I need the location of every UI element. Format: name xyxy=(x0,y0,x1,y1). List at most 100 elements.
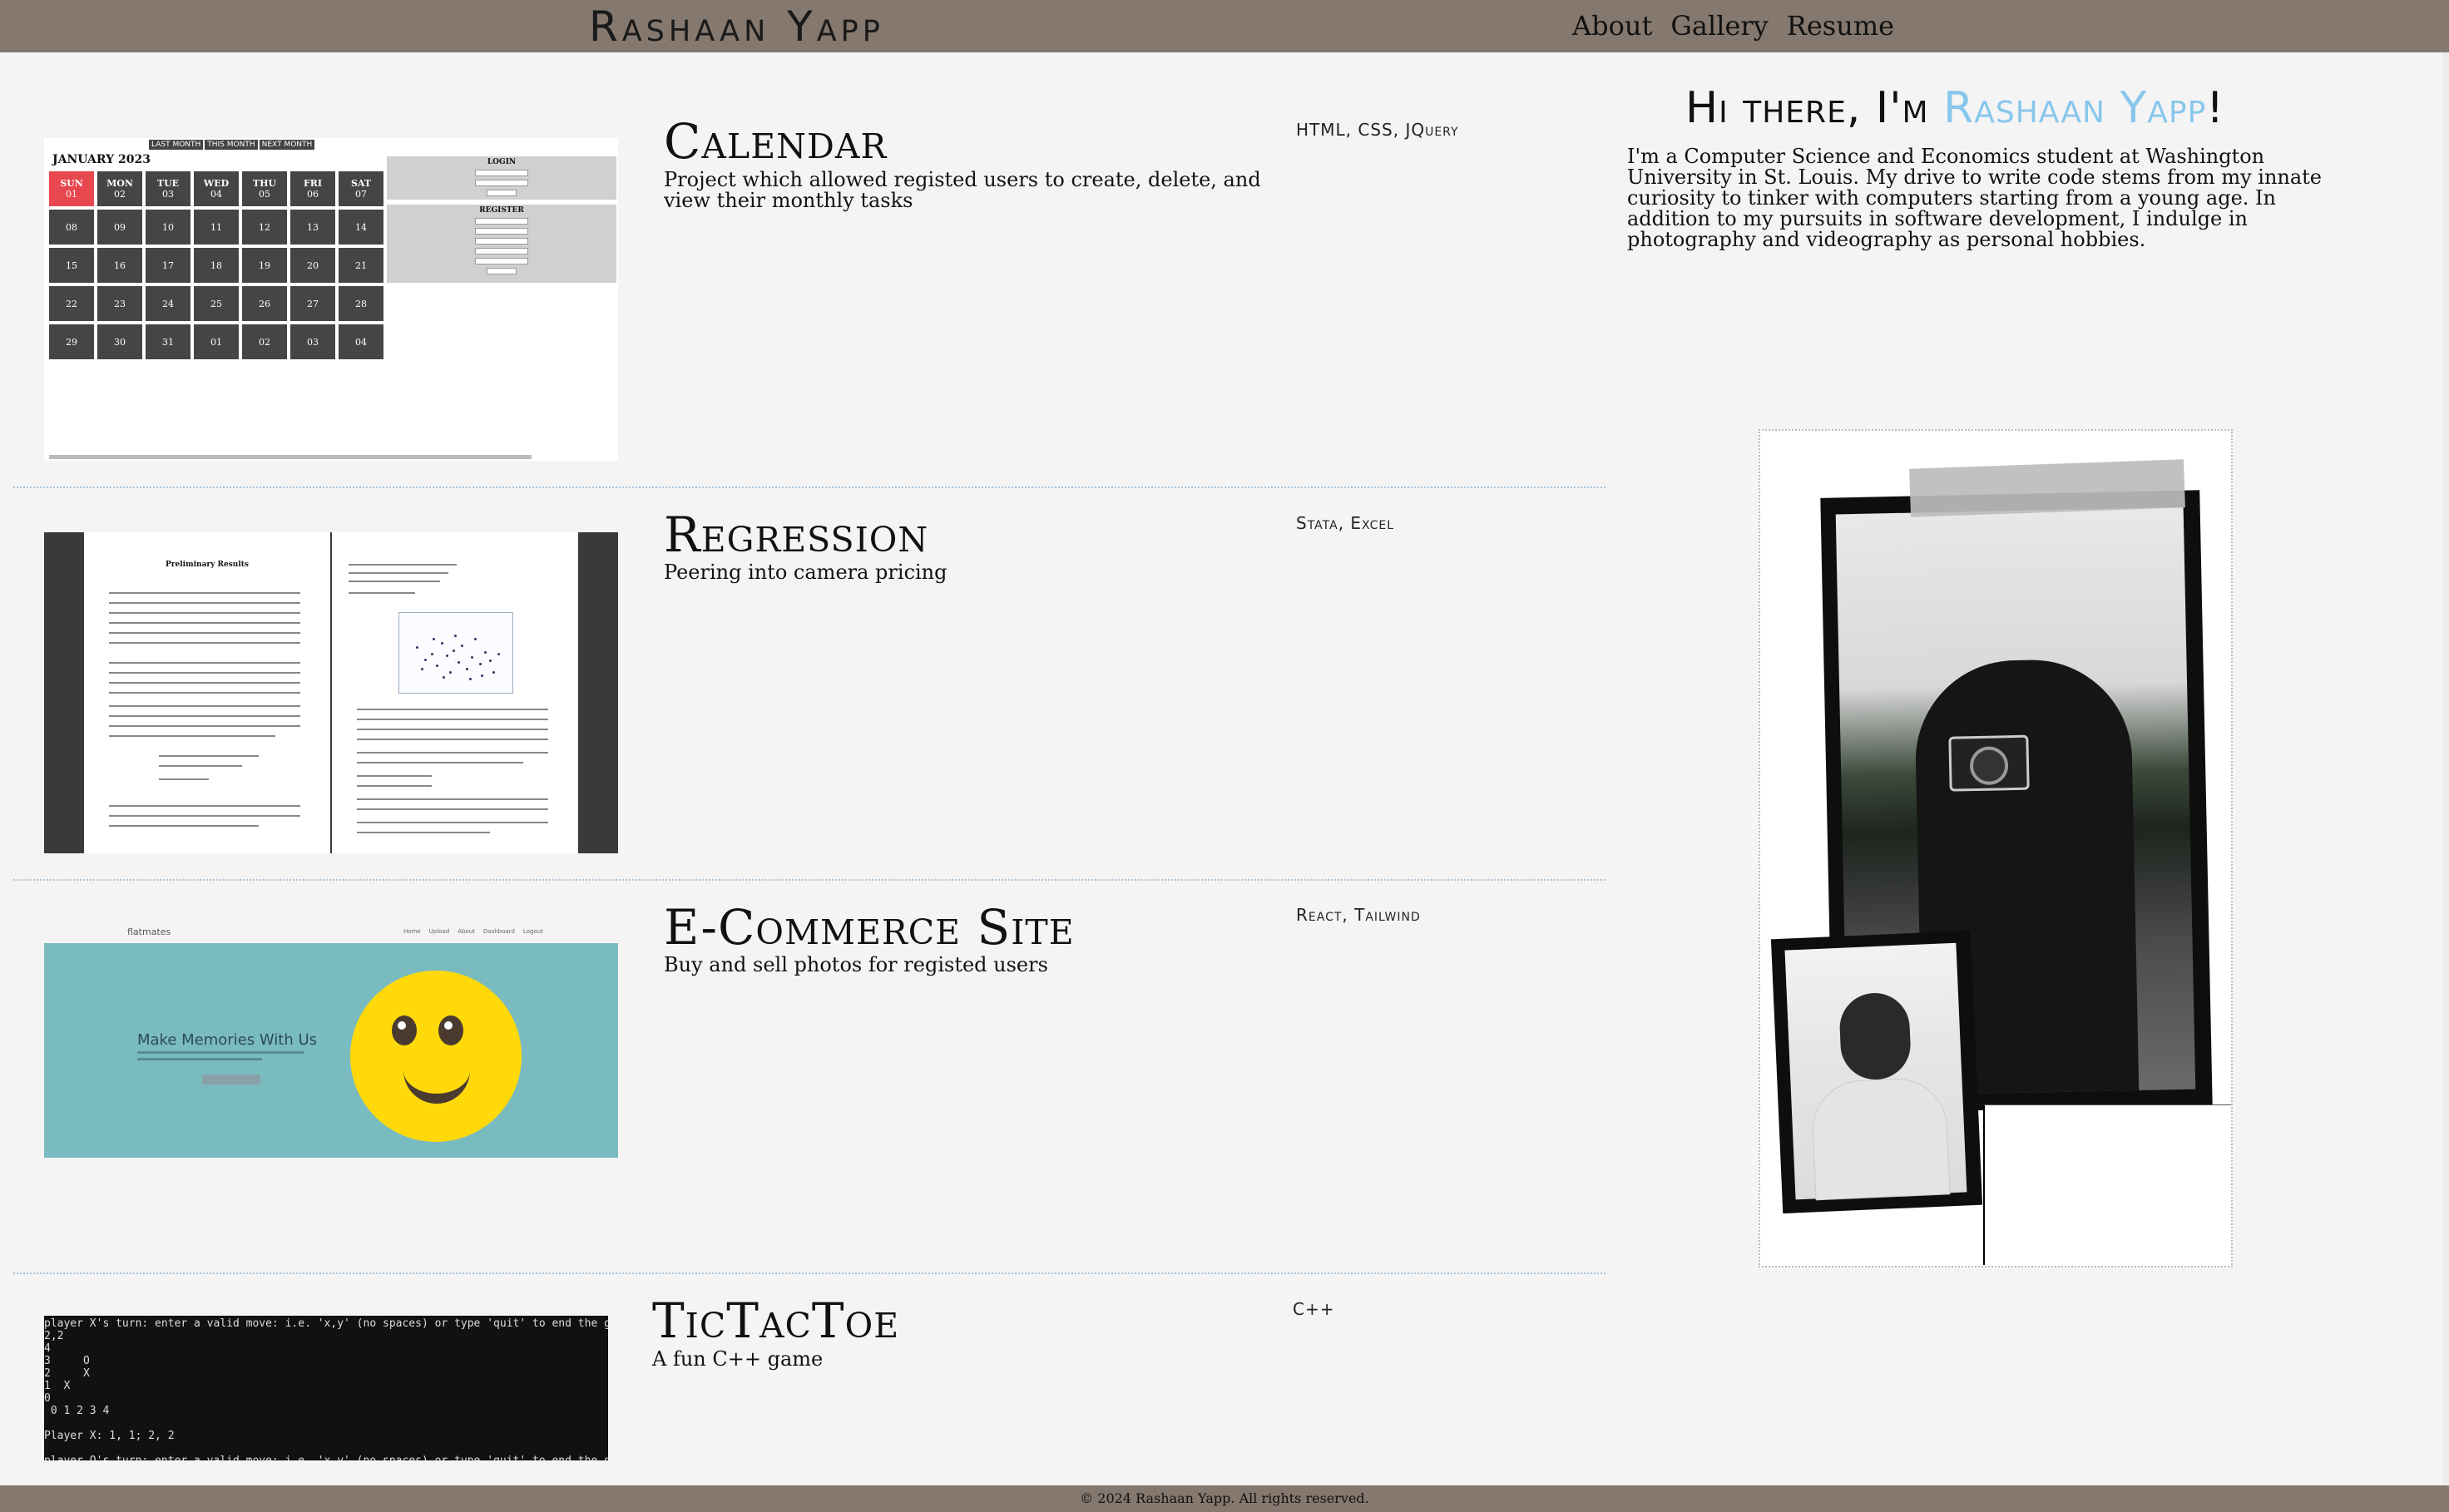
photo-portrait-smiling xyxy=(1784,942,1967,1201)
site-logo[interactable]: Rashaan Yapp xyxy=(589,3,884,50)
project-title-calendar[interactable]: Calendar xyxy=(664,115,887,168)
calendar-date-label: 02 xyxy=(114,189,126,200)
scatter-dot xyxy=(433,638,435,640)
ecommerce-project-thumbnail[interactable]: flatmates Home Upload About Dashboard Lo… xyxy=(44,923,618,1159)
text-line xyxy=(159,778,209,780)
text-line xyxy=(357,798,548,800)
project-title-ecommerce[interactable]: E-Commerce Site xyxy=(664,901,1075,954)
scatter-dot xyxy=(469,678,472,680)
report-page-right xyxy=(332,532,578,853)
calendar-date-cell: 29 xyxy=(49,324,94,359)
greeting-prefix: Hi there, I'm xyxy=(1685,83,1944,133)
project-title-tictactoe[interactable]: TicTacToe xyxy=(652,1294,899,1347)
text-line xyxy=(357,762,523,763)
calendar-day-header: SUN 01 xyxy=(49,171,94,206)
project-description-ecommerce: Buy and sell photos for registed users xyxy=(664,953,1048,976)
text-line xyxy=(109,642,300,644)
terminal-output: player X's turn: enter a valid move: i.e… xyxy=(44,1317,608,1460)
greeting-name: Rashaan Yapp xyxy=(1943,83,2207,133)
text-line xyxy=(349,592,415,594)
scatter-dot xyxy=(454,635,457,637)
ecommerce-link: Home xyxy=(403,928,421,935)
tictactoe-project-thumbnail[interactable]: player X's turn: enter a valid move: i.e… xyxy=(44,1316,608,1460)
main-nav: About Gallery Resume xyxy=(1572,5,1894,47)
register-field xyxy=(475,248,528,254)
calendar-date-cell: 19 xyxy=(242,248,287,283)
login-title: LOGIN xyxy=(487,158,517,166)
calendar-date-cell: 23 xyxy=(97,286,142,321)
calendar-date-cell: 26 xyxy=(242,286,287,321)
calendar-month-label: JANUARY 2023 xyxy=(52,153,151,166)
calendar-date-cell: 21 xyxy=(339,248,383,283)
top-nav-bar: Rashaan Yapp About Gallery Resume xyxy=(0,0,2449,52)
project-divider xyxy=(13,487,1605,488)
ecommerce-nav-bar: flatmates Home Upload About Dashboard Lo… xyxy=(44,923,618,943)
text-line xyxy=(109,705,300,707)
ecommerce-link: About xyxy=(458,928,475,935)
calendar-grid: SUN 01 MON 02 TUE 03 WED 04 THU 05 FRI 06 SAT 07 08 09 1… xyxy=(49,171,383,359)
smiley-eye xyxy=(438,1015,463,1045)
scatter-dot xyxy=(416,646,418,649)
calendar-date-cell: 02 xyxy=(242,324,287,359)
collage-blank-card xyxy=(1983,1104,2231,1265)
calendar-date-cell: 15 xyxy=(49,248,94,283)
project-title-regression[interactable]: Regression xyxy=(664,508,928,561)
scatter-dot xyxy=(492,671,495,674)
calendar-project-thumbnail[interactable]: LAST MONTH THIS MONTH NEXT MONTH JANUARY… xyxy=(44,138,618,461)
nav-link-gallery[interactable]: Gallery xyxy=(1670,5,1768,47)
calendar-date-label: 01 xyxy=(66,189,77,200)
calendar-date-cell: 27 xyxy=(290,286,335,321)
scatter-dot xyxy=(424,659,427,661)
scatter-dot xyxy=(481,674,483,677)
calendar-date-label: 04 xyxy=(210,189,222,200)
text-line xyxy=(159,755,259,757)
page-scrollbar[interactable] xyxy=(2442,52,2449,1485)
ecommerce-cta-button xyxy=(202,1075,260,1085)
calendar-date-cell: 30 xyxy=(97,324,142,359)
scatter-dot xyxy=(461,645,463,647)
nav-link-about[interactable]: About xyxy=(1572,5,1652,47)
project-description-tictactoe: A fun C++ game xyxy=(652,1347,824,1371)
project-tech-ecommerce: React, Tailwind xyxy=(1296,905,1421,925)
next-month-button: NEXT MONTH xyxy=(259,140,315,150)
text-line xyxy=(109,805,300,807)
text-line xyxy=(357,808,548,810)
report-page-left: Preliminary Results xyxy=(84,532,330,853)
login-field xyxy=(475,170,528,176)
regression-project-thumbnail[interactable]: Preliminary Results xyxy=(44,532,618,853)
text-line xyxy=(349,581,440,582)
text-line xyxy=(357,739,548,740)
register-field xyxy=(475,258,528,264)
text-line xyxy=(159,765,242,767)
calendar-date-cell: 11 xyxy=(194,210,239,245)
scatter-dot xyxy=(453,650,455,652)
calendar-date-cell: 28 xyxy=(339,286,383,321)
text-line xyxy=(109,815,300,817)
text-line xyxy=(109,602,300,604)
scatter-dot xyxy=(449,671,452,674)
calendar-weekday-label: SUN xyxy=(60,178,83,189)
calendar-date-cell: 08 xyxy=(49,210,94,245)
text-line xyxy=(109,622,300,624)
project-divider xyxy=(13,1272,1605,1274)
text-line xyxy=(357,822,548,823)
calendar-date-label: 07 xyxy=(355,189,367,200)
login-field xyxy=(475,180,528,186)
nav-link-resume[interactable]: Resume xyxy=(1787,5,1894,47)
thumbnail-scrollbar xyxy=(49,455,532,459)
scatter-dot xyxy=(474,638,477,640)
this-month-button: THIS MONTH xyxy=(205,140,258,150)
calendar-date-cell: 17 xyxy=(146,248,190,283)
calendar-date-cell: 01 xyxy=(194,324,239,359)
project-description-calendar: Project which allowed registed users to … xyxy=(664,168,1261,212)
ecommerce-link: Dashboard xyxy=(482,928,515,935)
ecommerce-headline: Make Memories With Us xyxy=(137,1031,318,1049)
scatter-dot xyxy=(479,663,482,665)
text-line xyxy=(109,825,259,827)
calendar-date-cell: 24 xyxy=(146,286,190,321)
calendar-date-label: 03 xyxy=(162,189,174,200)
text-line xyxy=(109,692,300,694)
calendar-weekday-label: WED xyxy=(203,178,230,189)
report-page-title: Preliminary Results xyxy=(166,561,249,569)
ecommerce-brand: flatmates xyxy=(127,926,171,937)
